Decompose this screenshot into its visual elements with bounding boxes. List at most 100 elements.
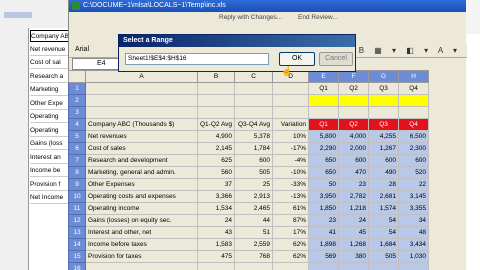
cell-c8[interactable]: 505 — [234, 166, 274, 179]
cell-g2[interactable] — [368, 94, 400, 107]
cell-c14[interactable]: 2,559 — [234, 238, 274, 251]
end-review-button[interactable]: End Review... — [298, 14, 338, 21]
cell-a16[interactable] — [85, 262, 198, 270]
cell-f8[interactable]: 470 — [338, 166, 370, 179]
cell-c2[interactable] — [234, 94, 274, 107]
cell-g3[interactable] — [368, 106, 400, 119]
cell-f6[interactable]: 2,000 — [338, 142, 370, 155]
column-header[interactable]: G — [368, 70, 400, 83]
cell-h15[interactable]: 1,030 — [398, 250, 430, 263]
cell-b14[interactable]: 1,583 — [196, 238, 236, 251]
cell-h4[interactable]: Q4 — [398, 118, 430, 131]
cell-d13[interactable]: 17% — [272, 226, 310, 239]
cell-a1[interactable] — [85, 82, 198, 95]
cell-g16[interactable] — [368, 262, 400, 270]
row-header[interactable]: 3 — [68, 106, 86, 119]
row-header[interactable]: 2 — [68, 94, 86, 107]
cell-g14[interactable]: 1,684 — [368, 238, 400, 251]
row-header[interactable]: 9 — [68, 178, 86, 191]
cell-h12[interactable]: 34 — [398, 214, 430, 227]
cell-c3[interactable] — [234, 106, 274, 119]
cell-a10[interactable]: Operating costs and expenses — [85, 190, 198, 203]
cell-d15[interactable]: 62% — [272, 250, 310, 263]
cell-f13[interactable]: 45 — [338, 226, 370, 239]
cell-c5[interactable]: 5,378 — [234, 130, 274, 143]
cell-c4[interactable]: Q3-Q4 Avg — [234, 118, 274, 131]
cell-f16[interactable] — [338, 262, 370, 270]
cell-g6[interactable]: 1,267 — [368, 142, 400, 155]
cell-c12[interactable]: 44 — [234, 214, 274, 227]
cell-c16[interactable] — [234, 262, 274, 270]
cell-h16[interactable] — [398, 262, 430, 270]
cell-b16[interactable] — [196, 262, 236, 270]
row-header[interactable]: 12 — [68, 214, 86, 227]
cell-b11[interactable]: 1,534 — [196, 202, 236, 215]
cell-h8[interactable]: 520 — [398, 166, 430, 179]
cell-a3[interactable] — [85, 106, 198, 119]
cell-g1[interactable]: Q3 — [368, 82, 400, 95]
cell-f15[interactable]: 380 — [338, 250, 370, 263]
cell-f2[interactable] — [338, 94, 370, 107]
cell-h1[interactable]: Q4 — [398, 82, 430, 95]
cell-f4[interactable]: Q2 — [338, 118, 370, 131]
column-header[interactable]: A — [85, 70, 198, 83]
cell-a4[interactable]: Company ABC (Thousands $) — [85, 118, 198, 131]
cell-e12[interactable]: 23 — [308, 214, 340, 227]
cell-c11[interactable]: 2,465 — [234, 202, 274, 215]
cell-d9[interactable]: -33% — [272, 178, 310, 191]
cell-a9[interactable]: Other Expenses — [85, 178, 198, 191]
cell-g12[interactable]: 54 — [368, 214, 400, 227]
column-header[interactable]: F — [338, 70, 370, 83]
cell-d14[interactable]: 62% — [272, 238, 310, 251]
cell-c6[interactable]: 1,784 — [234, 142, 274, 155]
cell-f3[interactable] — [338, 106, 370, 119]
column-header[interactable]: H — [398, 70, 430, 83]
range-input[interactable]: Sheet1!$E$4:$H$16 — [125, 53, 269, 65]
row-header[interactable]: 16 — [68, 262, 86, 270]
row-header[interactable]: 8 — [68, 166, 86, 179]
cell-f5[interactable]: 4,000 — [338, 130, 370, 143]
cell-c10[interactable]: 2,913 — [234, 190, 274, 203]
cell-a5[interactable]: Net revenues — [85, 130, 198, 143]
cell-f1[interactable]: Q2 — [338, 82, 370, 95]
font-select[interactable]: Arial — [75, 46, 89, 53]
cancel-button[interactable]: Cancel — [319, 52, 353, 66]
cell-e6[interactable]: 2,290 — [308, 142, 340, 155]
cell-f9[interactable]: 23 — [338, 178, 370, 191]
cell-g5[interactable]: 4,255 — [368, 130, 400, 143]
reply-with-changes-button[interactable]: Reply with Changes... — [219, 14, 282, 21]
row-header[interactable]: 4 — [68, 118, 86, 131]
cell-d16[interactable] — [272, 262, 310, 270]
cell-e7[interactable]: 650 — [308, 154, 340, 167]
ok-button[interactable]: OK — [279, 52, 315, 66]
cell-b12[interactable]: 24 — [196, 214, 236, 227]
cell-d3[interactable] — [272, 106, 310, 119]
cell-b2[interactable] — [196, 94, 236, 107]
cell-h2[interactable] — [398, 94, 430, 107]
cell-h10[interactable]: 3,145 — [398, 190, 430, 203]
cell-h13[interactable]: 48 — [398, 226, 430, 239]
cell-e2[interactable] — [308, 94, 340, 107]
cell-e9[interactable]: 50 — [308, 178, 340, 191]
column-header[interactable]: E — [308, 70, 340, 83]
cell-f14[interactable]: 1,268 — [338, 238, 370, 251]
cell-g4[interactable]: Q3 — [368, 118, 400, 131]
cell-d12[interactable]: 87% — [272, 214, 310, 227]
cell-b3[interactable] — [196, 106, 236, 119]
cell-g10[interactable]: 2,681 — [368, 190, 400, 203]
cell-e8[interactable]: 650 — [308, 166, 340, 179]
row-header[interactable]: 11 — [68, 202, 86, 215]
row-header[interactable]: 14 — [68, 238, 86, 251]
cell-b15[interactable]: 475 — [196, 250, 236, 263]
cell-h6[interactable]: 2,300 — [398, 142, 430, 155]
cell-a8[interactable]: Marketing, general and admin. — [85, 166, 198, 179]
cell-h5[interactable]: 6,500 — [398, 130, 430, 143]
cell-h11[interactable]: 3,355 — [398, 202, 430, 215]
cell-e14[interactable]: 1,898 — [308, 238, 340, 251]
cell-g9[interactable]: 28 — [368, 178, 400, 191]
cell-b8[interactable]: 560 — [196, 166, 236, 179]
row-header[interactable]: 7 — [68, 154, 86, 167]
cell-b9[interactable]: 37 — [196, 178, 236, 191]
cell-b1[interactable] — [196, 82, 236, 95]
cell-d5[interactable]: 10% — [272, 130, 310, 143]
